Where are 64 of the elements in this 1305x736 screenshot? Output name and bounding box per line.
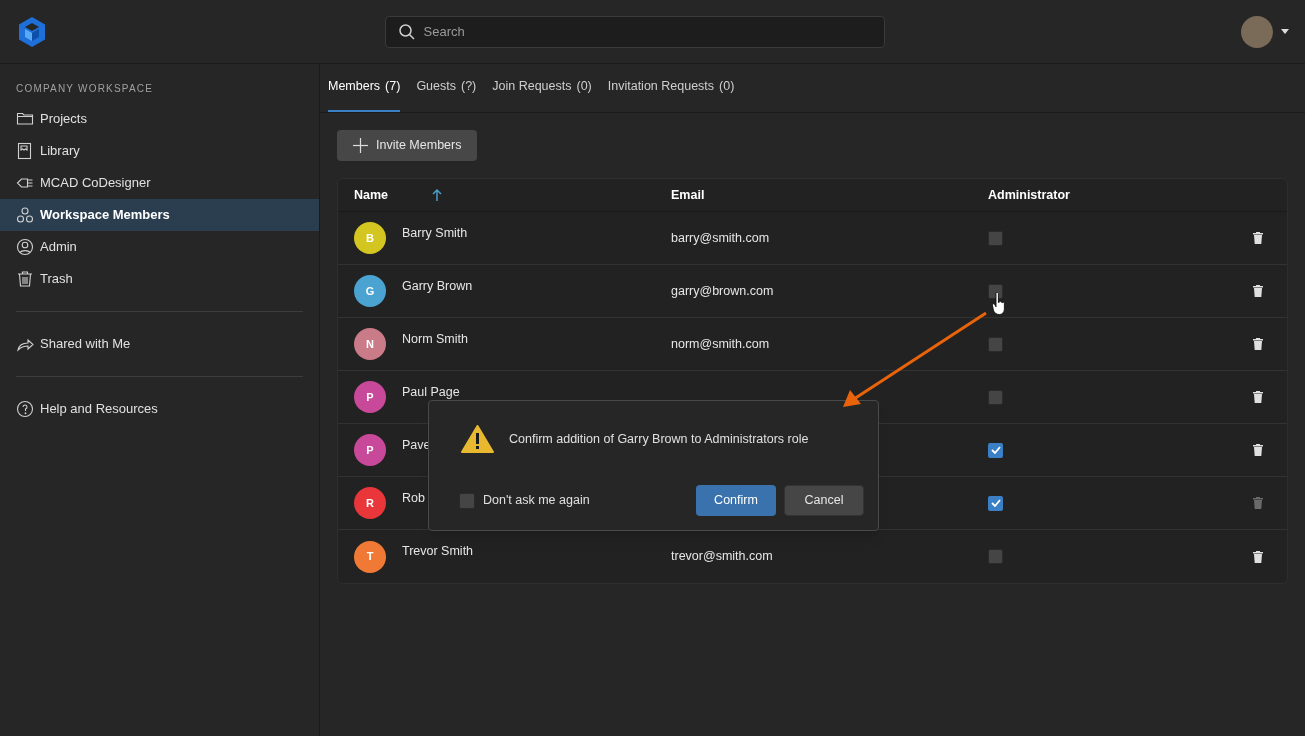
sidebar-item[interactable]: Shared with Me — [0, 328, 319, 360]
help-icon — [16, 400, 34, 418]
avatar: N — [354, 328, 386, 360]
member-email: trevor@smith.com — [671, 548, 773, 566]
avatar: R — [354, 487, 386, 519]
plus-icon — [353, 138, 368, 153]
hand-cursor-icon — [992, 292, 1006, 316]
member-name: Rob — [402, 490, 425, 507]
member-name: Garry Brown — [402, 278, 473, 295]
tab[interactable]: Join Requests (0) — [492, 63, 592, 112]
confirm-button[interactable]: Confirm — [696, 485, 776, 516]
section-title: COMPANY WORKSPACE — [15, 82, 155, 96]
member-email: norm@smith.com — [671, 335, 770, 353]
sidebar-item[interactable]: Library — [0, 135, 319, 167]
people-icon — [16, 206, 34, 224]
member-email: garry@brown.com — [671, 282, 774, 300]
member-name: Paul Page — [402, 384, 460, 401]
delete-icon[interactable] — [1253, 338, 1263, 350]
sort-ascending-icon[interactable] — [432, 189, 443, 201]
sidebar-item[interactable]: Projects — [0, 103, 319, 135]
user-icon — [16, 238, 34, 256]
member-name: Trevor Smith — [402, 543, 474, 560]
member-name: Norm Smith — [402, 331, 468, 348]
sidebar-item[interactable]: Workspace Members — [0, 199, 319, 231]
dialog-message: Confirm addition of Garry Brown to Administrators role — [509, 430, 809, 448]
column-header[interactable]: Email — [671, 185, 705, 205]
delete-icon[interactable] — [1253, 285, 1263, 297]
sidebar-item[interactable]: Admin — [0, 231, 319, 263]
delete-icon[interactable] — [1253, 550, 1263, 563]
administrator-checkbox[interactable] — [988, 442, 1003, 458]
administrator-checkbox[interactable] — [988, 336, 1003, 352]
member-name: Barry Smith — [402, 225, 468, 242]
tab[interactable]: Invitation Requests (0) — [607, 63, 735, 112]
folder-icon — [16, 110, 34, 128]
search-field[interactable]: Search — [384, 15, 885, 48]
warning-icon — [461, 425, 494, 453]
column-header[interactable]: Name — [354, 185, 389, 205]
book-icon — [16, 142, 34, 160]
caret-icon[interactable] — [1281, 29, 1289, 34]
dont-ask-checkbox[interactable]: Don't ask me again — [459, 491, 590, 510]
delete-icon[interactable] — [1253, 444, 1263, 456]
tab[interactable]: Guests (?) — [416, 63, 477, 112]
administrator-checkbox[interactable] — [988, 230, 1003, 246]
member-email: barry@smith.com — [671, 229, 770, 247]
logo-icon — [16, 15, 48, 48]
trash-icon — [16, 270, 34, 288]
delete-icon[interactable] — [1253, 232, 1263, 244]
sidebar-item[interactable]: Trash — [0, 263, 319, 295]
administrator-checkbox[interactable] — [988, 549, 1003, 564]
administrator-checkbox[interactable] — [988, 495, 1003, 511]
avatar: T — [354, 540, 386, 573]
delete-icon[interactable] — [1253, 391, 1263, 403]
tab[interactable]: Members (7) — [328, 63, 401, 112]
avatar: G — [354, 275, 386, 307]
sidebar-item[interactable]: Help and Resources — [0, 393, 319, 425]
column-header[interactable]: Administrator — [988, 185, 1070, 205]
user-avatar[interactable] — [1241, 15, 1273, 48]
avatar: P — [354, 381, 386, 413]
avatar: B — [354, 222, 386, 254]
sidebar-item[interactable]: MCAD CoDesigner — [0, 167, 319, 199]
cancel-button[interactable]: Cancel — [784, 485, 864, 516]
invite-members-button[interactable]: Invite Members — [337, 130, 478, 161]
administrator-checkbox[interactable] — [988, 389, 1003, 405]
avatar: P — [354, 434, 386, 466]
